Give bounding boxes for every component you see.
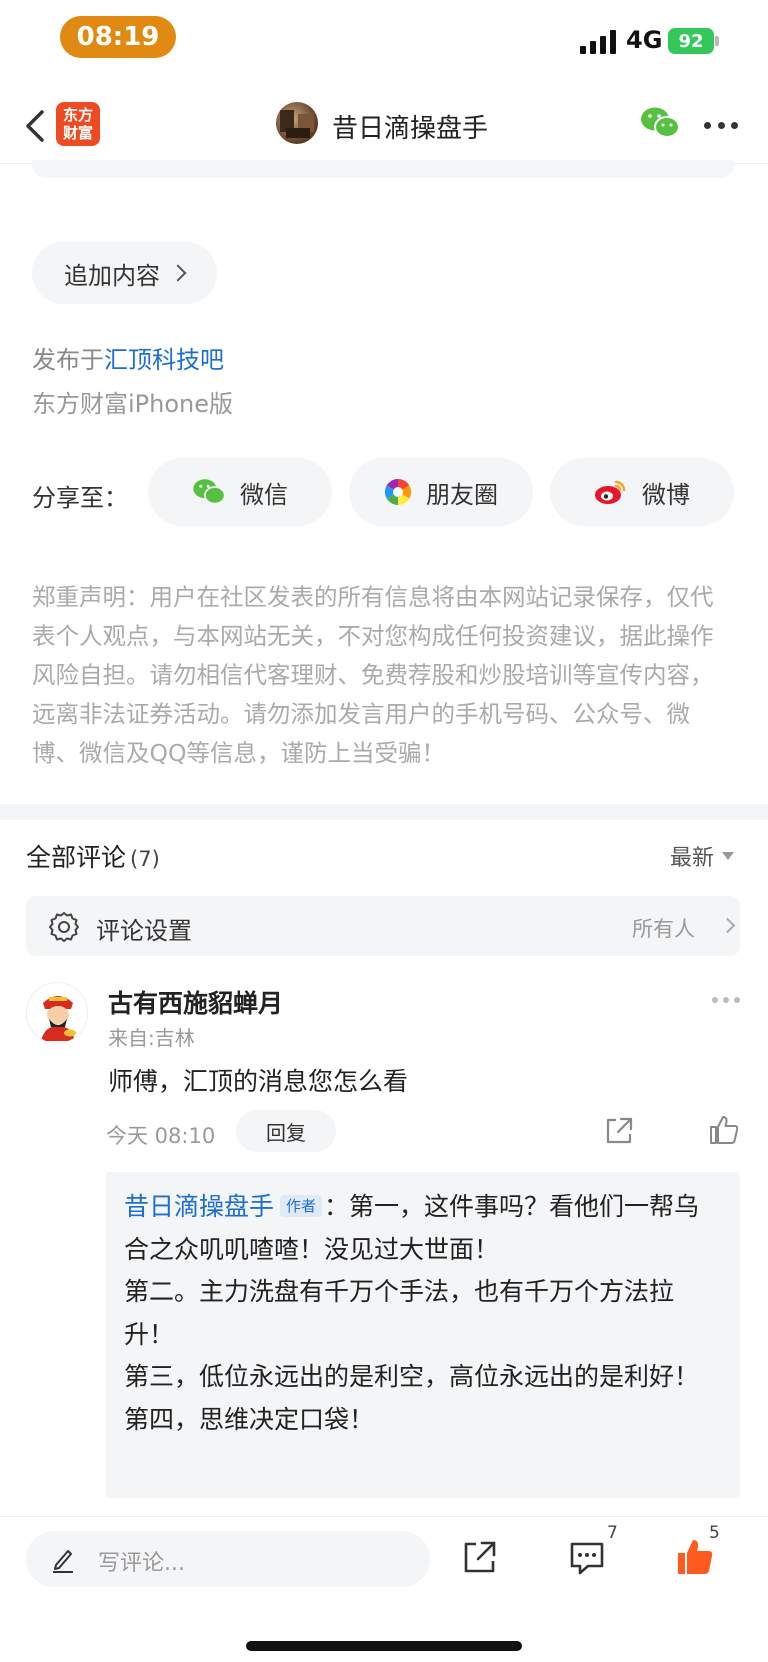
gear-icon xyxy=(49,912,79,942)
reply-author[interactable]: 昔日滴操盘手 xyxy=(124,1192,274,1221)
commenter-name[interactable]: 古有西施貂蝉月 xyxy=(108,984,283,1020)
reply-button[interactable]: 回复 xyxy=(236,1110,336,1152)
content-card-edge xyxy=(32,160,734,178)
author-reply[interactable]: 昔日滴操盘手 作者 ：第一，这件事吗？看他们一帮乌合之众叽叽喳喳！没见过大世面！ 第… xyxy=(106,1172,740,1498)
more-options-icon[interactable] xyxy=(704,122,738,130)
like-count: 5 xyxy=(709,1523,720,1543)
comment-settings-row[interactable]: 评论设置 所有人 xyxy=(26,896,740,956)
write-comment-input[interactable]: 写评论... xyxy=(26,1531,430,1587)
weibo-icon xyxy=(595,480,626,504)
comment-icon[interactable] xyxy=(568,1539,606,1577)
chevron-right-icon xyxy=(169,264,187,282)
wechat-icon xyxy=(193,479,226,505)
share-icon[interactable] xyxy=(604,1116,634,1146)
share-moments-label: 朋友圈 xyxy=(426,480,498,509)
app-logo[interactable]: 东方 财富 xyxy=(56,102,100,146)
commenter-location: 来自:吉林 xyxy=(108,1026,195,1050)
disclaimer-text: 郑重声明：用户在社区发表的所有信息将由本网站记录保存，仅代表个人观点，与本网站无… xyxy=(32,583,714,767)
section-divider xyxy=(0,804,768,820)
god-of-wealth-avatar-icon xyxy=(27,983,87,1043)
sort-label: 最新 xyxy=(670,846,715,871)
avatar-image-icon xyxy=(280,110,314,138)
top-nav-bar: 东方 财富 昔日滴操盘手 xyxy=(0,88,768,164)
reply-line-3: 第三，低位永远出的是利空，高位永远出的是利好！ xyxy=(124,1362,700,1391)
share-moments-button[interactable]: 朋友圈 xyxy=(349,458,533,526)
cellular-signal-icon xyxy=(580,30,618,54)
stock-bar-link[interactable]: 汇顶科技吧 xyxy=(104,346,224,374)
logo-line2: 财富 xyxy=(62,124,93,142)
add-content-label: 追加内容 xyxy=(64,261,160,290)
home-indicator xyxy=(246,1641,522,1651)
published-prefix: 发布于 xyxy=(32,346,104,374)
add-content-button[interactable]: 追加内容 xyxy=(32,242,217,304)
share-wechat-label: 微信 xyxy=(240,480,288,509)
reply-line-4: 第四，思维决定口袋！ xyxy=(124,1404,375,1434)
pencil-icon xyxy=(53,1550,73,1573)
caret-down-icon xyxy=(722,852,735,860)
status-time: 08:19 xyxy=(60,16,176,58)
sort-dropdown[interactable]: 最新 xyxy=(670,840,735,872)
commenter-avatar[interactable] xyxy=(26,982,88,1044)
comment-settings-value: 所有人 xyxy=(632,917,695,941)
reply-sep: ： xyxy=(324,1192,350,1221)
author-avatar[interactable] xyxy=(276,102,318,144)
forward-icon[interactable] xyxy=(462,1539,498,1575)
logo-line1: 东方 xyxy=(62,106,93,124)
comments-count: (7) xyxy=(130,847,160,871)
thumbs-up-icon[interactable] xyxy=(708,1114,740,1146)
comment-count: 7 xyxy=(607,1523,618,1543)
moments-icon xyxy=(384,478,412,506)
comment-time: 今天 08:10 xyxy=(106,1124,216,1148)
comments-title: 全部评论 xyxy=(26,843,127,872)
like-filled-icon[interactable] xyxy=(676,1537,714,1577)
battery-icon: 92 xyxy=(668,28,714,54)
back-icon[interactable] xyxy=(22,106,50,146)
comments-header: 全部评论 (7) xyxy=(26,838,160,874)
status-bar: 08:19 4G 92 xyxy=(0,0,768,80)
wechat-share-icon[interactable] xyxy=(640,106,680,140)
page-title[interactable]: 昔日滴操盘手 xyxy=(332,108,488,145)
bottom-action-bar: 写评论... 7 5 xyxy=(0,1516,768,1662)
share-label: 分享至： xyxy=(32,484,128,512)
comment-text: 师傅，汇顶的消息您怎么看 xyxy=(108,1067,409,1096)
share-weibo-label: 微博 xyxy=(642,480,690,509)
published-in: 发布于汇顶科技吧 xyxy=(32,340,224,375)
comment-more-icon[interactable] xyxy=(712,997,740,1003)
reply-line-1: 昔日滴操盘手 作者 ：第一，这件事吗？看他们一帮乌合之众叽叽喳喳！没见过大世面！ xyxy=(124,1186,722,1271)
chevron-right-icon xyxy=(719,917,736,934)
share-wechat-button[interactable]: 微信 xyxy=(148,458,332,526)
comment-placeholder: 写评论... xyxy=(98,1551,185,1576)
reply-line-2: 第二。主力洗盘有千万个手法，也有千万个方法拉升！ xyxy=(124,1277,675,1349)
comment-settings-label: 评论设置 xyxy=(96,917,192,945)
share-weibo-button[interactable]: 微博 xyxy=(550,458,734,526)
author-badge: 作者 xyxy=(280,1195,323,1217)
network-type: 4G xyxy=(626,26,663,54)
post-source: 东方财富iPhone版 xyxy=(32,390,234,418)
battery-tip xyxy=(715,36,719,46)
